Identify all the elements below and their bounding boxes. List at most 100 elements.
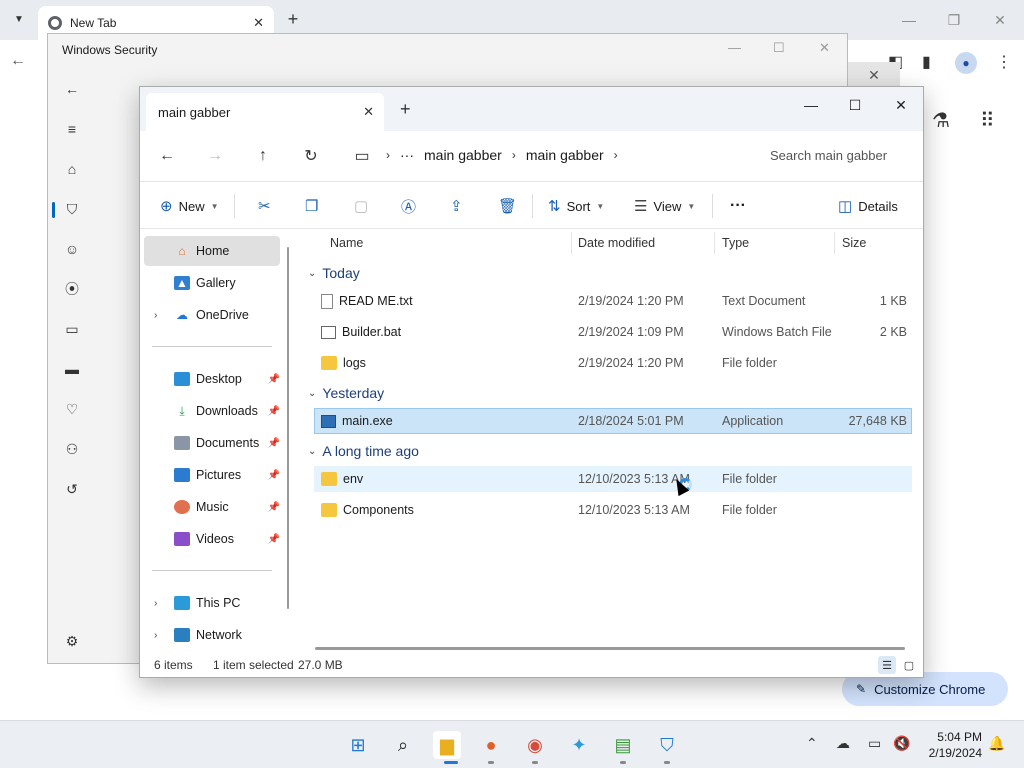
group-header-today[interactable]: ⌄ Today [308, 262, 360, 284]
minimize-icon[interactable]: — [895, 8, 923, 32]
column-header-name[interactable]: Name [330, 230, 363, 256]
home-icon[interactable]: ⌂ [63, 160, 81, 178]
file-row[interactable]: READ ME.txt 2/19/2024 1:20 PM Text Docum… [314, 288, 912, 314]
view-button[interactable]: ☰ View ▼ [634, 194, 695, 218]
breadcrumb-item[interactable]: main gabber [526, 147, 604, 163]
more-options-button[interactable]: ··· [730, 194, 746, 218]
horizontal-scrollbar[interactable] [315, 647, 905, 650]
history-icon[interactable]: ↺ [63, 480, 81, 498]
file-row[interactable]: logs 2/19/2024 1:20 PM File folder [314, 350, 912, 376]
explorer-tab-main-gabber[interactable]: main gabber ✕ [146, 93, 384, 131]
up-icon[interactable]: ↑ [250, 143, 276, 169]
ellipsis-icon[interactable]: ··· [400, 147, 414, 163]
notification-bell-icon[interactable]: 🔔 [988, 735, 1005, 752]
rename-button[interactable]: Ⓐ [401, 194, 416, 218]
minimize-icon[interactable]: — [728, 40, 741, 55]
close-icon[interactable]: ✕ [848, 62, 900, 88]
back-icon[interactable]: ← [154, 143, 180, 169]
firewall-icon[interactable]: ⦿ [63, 280, 81, 298]
sidebar-item-desktop[interactable]: Desktop 📌 [144, 364, 280, 394]
sidebar-item-videos[interactable]: Videos 📌 [144, 524, 280, 554]
system-clock[interactable]: 5:04 PM 2/19/2024 [920, 729, 982, 761]
notepad-app-icon[interactable]: ▤ [609, 731, 637, 759]
new-button[interactable]: ⊕ New ▼ [160, 194, 219, 218]
cloud-offline-icon[interactable]: ☁ [836, 735, 850, 752]
sidebar-item-music[interactable]: Music 📌 [144, 492, 280, 522]
firefox-icon[interactable]: ● [477, 731, 505, 759]
account-icon[interactable]: ☺ [63, 240, 81, 258]
device-health-icon[interactable]: ♡ [63, 400, 81, 418]
cut-button[interactable]: ✂ [258, 194, 271, 218]
search-input[interactable]: Search main gabber [756, 137, 916, 173]
minimize-icon[interactable]: — [796, 93, 826, 117]
tiles-view-icon[interactable]: ▢ [900, 656, 918, 674]
start-icon[interactable]: ⊞ [344, 731, 372, 759]
sidebar-item-documents[interactable]: Documents 📌 [144, 428, 280, 458]
side-panel-icon[interactable]: ▮ [922, 52, 931, 72]
file-explorer-icon[interactable]: ▆ [433, 731, 461, 759]
shield-icon[interactable]: ⛉ [63, 200, 81, 218]
sidebar-scrollbar[interactable] [287, 247, 289, 609]
chevron-right-icon[interactable]: › [154, 630, 157, 641]
sidebar-item-network[interactable]: › Network [144, 620, 280, 650]
delete-button[interactable]: 🗑 [498, 194, 517, 218]
restore-icon[interactable]: ❐ [940, 8, 968, 32]
column-divider[interactable] [714, 232, 715, 254]
search-icon[interactable]: ⌕ [389, 731, 417, 759]
settings-icon[interactable]: ⚙ [63, 632, 81, 650]
close-window-icon[interactable]: ✕ [986, 8, 1014, 32]
maximize-icon[interactable]: ☐ [773, 40, 785, 56]
profile-icon[interactable]: ● [955, 52, 977, 74]
sort-button[interactable]: ⇅ Sort ▼ [548, 194, 604, 218]
sidebar-item-home[interactable]: ⌂ Home [144, 236, 280, 266]
menu-icon[interactable]: ≡ [63, 120, 81, 138]
apps-icon[interactable]: ⠿ [980, 108, 995, 133]
more-icon[interactable]: ⋮ [996, 52, 1012, 72]
labs-icon[interactable]: ⚗ [932, 108, 950, 133]
group-header-yesterday[interactable]: ⌄ Yesterday [308, 382, 384, 404]
close-icon[interactable]: ✕ [819, 40, 830, 56]
file-row-hover[interactable]: env 12/10/2023 5:13 AM File folder [314, 466, 912, 492]
new-tab-button[interactable]: + [282, 8, 304, 30]
column-header-date[interactable]: Date modified [578, 230, 655, 256]
defender-icon[interactable]: ⛉ [653, 731, 681, 759]
chevron-right-icon[interactable]: › [386, 148, 390, 162]
tab-list-icon[interactable]: ▼ [8, 8, 30, 30]
chevron-right-icon[interactable]: › [614, 148, 618, 162]
column-header-size[interactable]: Size [842, 230, 866, 256]
file-row[interactable]: Components 12/10/2023 5:13 AM File folde… [314, 497, 912, 523]
back-icon[interactable]: ← [10, 52, 26, 70]
close-icon[interactable]: ✕ [363, 104, 374, 120]
device-security-icon[interactable]: ▬ [63, 360, 81, 378]
app-browser-icon[interactable]: ▭ [63, 320, 81, 338]
column-divider[interactable] [834, 232, 835, 254]
sidebar-item-gallery[interactable]: ▲ Gallery [144, 268, 280, 298]
breadcrumb-item[interactable]: main gabber [424, 147, 502, 163]
back-icon[interactable]: ← [63, 80, 81, 98]
share-button[interactable]: ⇪ [450, 194, 463, 218]
chevron-right-icon[interactable]: › [512, 148, 516, 162]
details-view-icon[interactable]: ☰ [878, 656, 896, 674]
file-row-selected[interactable]: main.exe 2/18/2024 5:01 PM Application 2… [314, 408, 912, 434]
details-button[interactable]: ◫ Details [838, 194, 898, 218]
chevron-right-icon[interactable]: › [154, 598, 157, 609]
chevron-up-icon[interactable]: ⌃ [806, 735, 818, 752]
volume-muted-icon[interactable]: 🔇 [893, 735, 910, 752]
maximize-icon[interactable]: ☐ [840, 93, 870, 117]
network-app-icon[interactable]: ✦ [565, 731, 593, 759]
chevron-right-icon[interactable]: › [154, 310, 157, 321]
group-header-long-ago[interactable]: ⌄ A long time ago [308, 440, 419, 462]
paste-button[interactable]: ▢ [354, 194, 368, 218]
forward-icon[interactable]: → [202, 143, 228, 169]
sidebar-item-pictures[interactable]: Pictures 📌 [144, 460, 280, 490]
sidebar-item-this-pc[interactable]: › This PC [144, 588, 280, 618]
column-divider[interactable] [571, 232, 572, 254]
refresh-icon[interactable]: ↻ [298, 143, 324, 169]
network-status-icon[interactable]: ▭ [868, 735, 881, 752]
family-icon[interactable]: ⚇ [63, 440, 81, 458]
sidebar-item-downloads[interactable]: ⤓ Downloads 📌 [144, 396, 280, 426]
copy-button[interactable]: ❐ [305, 194, 318, 218]
new-tab-icon[interactable]: + [400, 99, 411, 120]
close-window-icon[interactable]: ✕ [886, 93, 916, 117]
file-row[interactable]: Builder.bat 2/19/2024 1:09 PM Windows Ba… [314, 319, 912, 345]
